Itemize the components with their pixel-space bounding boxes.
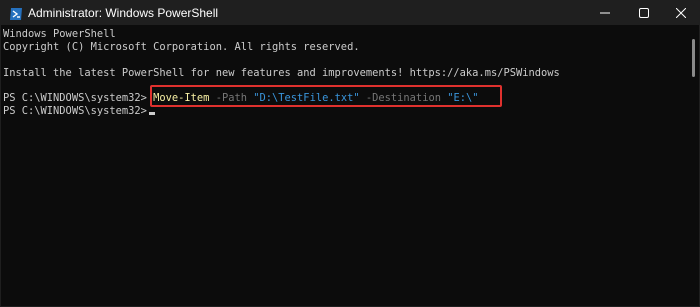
vertical-scrollbar[interactable] — [687, 25, 699, 306]
console-line-copyright: Copyright (C) Microsoft Corporation. All… — [3, 41, 360, 53]
scrollbar-thumb[interactable] — [692, 39, 695, 77]
close-icon — [676, 8, 686, 18]
console-line-header: Windows PowerShell — [3, 28, 116, 40]
maximize-button[interactable] — [628, 1, 660, 25]
maximize-icon — [639, 8, 649, 18]
prompt: PS C:\WINDOWS\system32> — [3, 105, 147, 117]
minimize-button[interactable] — [589, 1, 621, 25]
console-line-install-notice: Install the latest PowerShell for new fe… — [3, 67, 560, 79]
close-button[interactable] — [665, 1, 697, 25]
powershell-window: Administrator: Windows PowerShell Window… — [0, 0, 700, 307]
window-title: Administrator: Windows PowerShell — [28, 6, 219, 20]
console-output[interactable]: Windows PowerShell Copyright (C) Microso… — [1, 25, 687, 306]
console-current-prompt-line[interactable]: PS C:\WINDOWS\system32> — [3, 104, 155, 118]
text-cursor — [148, 112, 155, 115]
title-bar[interactable]: Administrator: Windows PowerShell — [1, 1, 699, 25]
minimize-icon — [600, 12, 610, 14]
command-highlight-box — [150, 85, 502, 107]
prompt: PS C:\WINDOWS\system32> — [3, 92, 154, 104]
powershell-icon — [9, 6, 23, 20]
